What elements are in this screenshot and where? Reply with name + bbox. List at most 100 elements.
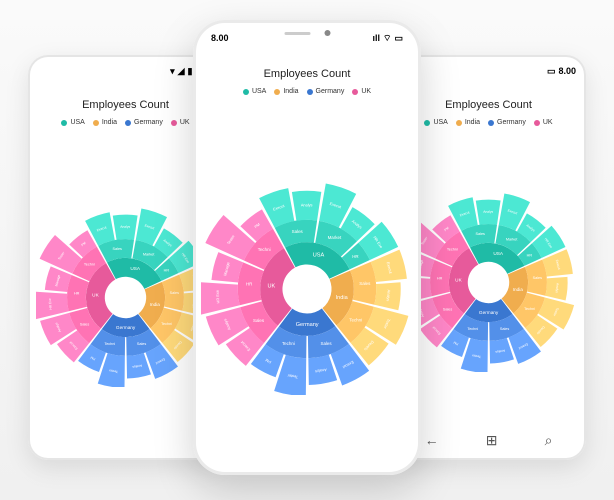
svg-text:HR: HR [352,254,359,259]
svg-text:Germany: Germany [296,322,319,328]
legend-item-germany[interactable]: Germany [488,119,526,126]
svg-text:USA: USA [130,266,141,271]
svg-text:Techni: Techni [524,307,535,311]
svg-text:Techni: Techni [161,322,172,326]
speaker [284,32,310,35]
legend-item-germany[interactable]: Germany [307,88,345,95]
notch [260,23,355,43]
svg-text:Analys: Analys [301,202,313,207]
svg-text:UK: UK [268,284,276,290]
swatch-india [274,89,280,95]
svg-text:Techni: Techni [104,341,115,345]
svg-text:Sales: Sales [320,341,332,346]
svg-text:India: India [336,295,349,301]
wifi-icon: ▾ [170,66,175,77]
swatch-india [456,120,462,126]
svg-text:Sales: Sales [137,341,147,345]
svg-text:Market: Market [143,252,155,256]
chart-title: Employees Count [264,68,351,80]
svg-text:India: India [513,287,524,292]
legend: USA India Germany UK [243,88,371,95]
swatch-uk [171,120,177,126]
svg-text:Market: Market [328,235,342,240]
sunburst-chart[interactable]: USASalesExecutAnalysMarketExecutAnalysHR… [36,144,215,450]
swatch-usa [243,89,249,95]
battery-icon: ▭ [547,66,556,77]
wifi-icon: ⌔ [383,33,391,44]
swatch-usa [424,120,430,126]
svg-text:UK: UK [92,292,99,297]
status-bar: ▾ ◢ ▮ 8.00 [38,63,213,79]
svg-text:Techni: Techni [282,341,295,346]
screen: Employees Count USA India Germany UK USA… [201,54,413,465]
svg-text:Sales: Sales [292,229,304,234]
svg-text:Sales: Sales [113,247,123,251]
svg-text:Analys: Analys [483,209,493,213]
svg-text:Germany: Germany [116,324,136,329]
sunburst-chart[interactable]: USASalesExecutAnalysMarketExecutAnalysHR… [399,144,578,420]
svg-text:Sales: Sales [443,307,453,311]
chart-title: Employees Count [82,99,169,111]
legend-item-india[interactable]: India [456,119,480,126]
legend-item-germany[interactable]: Germany [125,119,163,126]
status-time: 8.00 [211,33,229,43]
legend-item-india[interactable]: India [93,119,117,126]
legend-item-usa[interactable]: USA [243,88,266,95]
legend-item-uk[interactable]: UK [171,119,190,126]
home-button[interactable]: ⊞ [486,432,498,449]
screen: Employees Count USA India Germany UK USA… [36,85,215,450]
svg-text:Market: Market [506,237,518,241]
svg-text:HR: HR [437,276,443,280]
svg-text:HR: HR [74,291,80,295]
svg-text:Sales: Sales [533,276,543,280]
legend-item-uk[interactable]: UK [352,88,371,95]
svg-text:Sales: Sales [80,322,90,326]
swatch-usa [61,120,67,126]
status-time: 8.00 [558,66,576,76]
legend-item-usa[interactable]: USA [61,119,84,126]
svg-text:UK: UK [455,277,462,282]
svg-text:Sales: Sales [253,318,265,323]
svg-text:USA: USA [313,253,325,259]
signal-icon: ◢ [178,66,185,77]
svg-text:HR Exe: HR Exe [215,290,221,304]
svg-text:Germany: Germany [479,309,499,314]
svg-text:Techni: Techni [258,247,271,252]
svg-text:Sales: Sales [500,326,510,330]
swatch-india [93,120,99,126]
svg-text:Sales: Sales [170,291,180,295]
battery-icon: ▮ [188,66,193,77]
search-button[interactable]: ⌕ [545,432,553,449]
svg-text:HR: HR [164,268,170,272]
status-bar: ◢ ⌔ ▭ 8.00 [401,63,576,79]
swatch-germany [307,89,313,95]
svg-text:HR: HR [246,282,253,287]
svg-text:Techni: Techni [447,247,458,251]
device-showcase: ▾ ◢ ▮ 8.00 Employees Count USA India Ger… [0,0,614,500]
svg-text:India: India [150,302,161,307]
camera-icon [324,30,330,36]
swatch-uk [352,89,358,95]
back-button[interactable]: ← [425,432,439,448]
nav-bar: ← ⊞ ⌕ [401,426,576,454]
swatch-germany [125,120,131,126]
svg-text:Sales: Sales [359,281,371,286]
svg-text:HR: HR [527,253,533,257]
svg-text:Techni: Techni [349,318,362,323]
legend-item-usa[interactable]: USA [424,119,447,126]
svg-text:Techni: Techni [84,262,95,266]
screen: Employees Count USA India Germany UK USA… [399,85,578,420]
svg-text:USA: USA [493,251,504,256]
iphone: 8.00 ıll ⌔ ▭ Employees Count USA India G… [193,20,421,475]
svg-text:Sales: Sales [476,232,486,236]
legend: USA India Germany UK [61,119,189,126]
sunburst-chart[interactable]: USASalesExecutAnalysMarketExecutAnalysHR… [201,113,413,465]
signal-icon: ıll [373,33,381,43]
svg-text:Techni: Techni [467,326,478,330]
swatch-uk [534,120,540,126]
legend-item-india[interactable]: India [274,88,298,95]
battery-icon: ▭ [394,33,403,44]
legend: USA India Germany UK [424,119,552,126]
legend-item-uk[interactable]: UK [534,119,553,126]
svg-text:Analys: Analys [386,289,392,301]
